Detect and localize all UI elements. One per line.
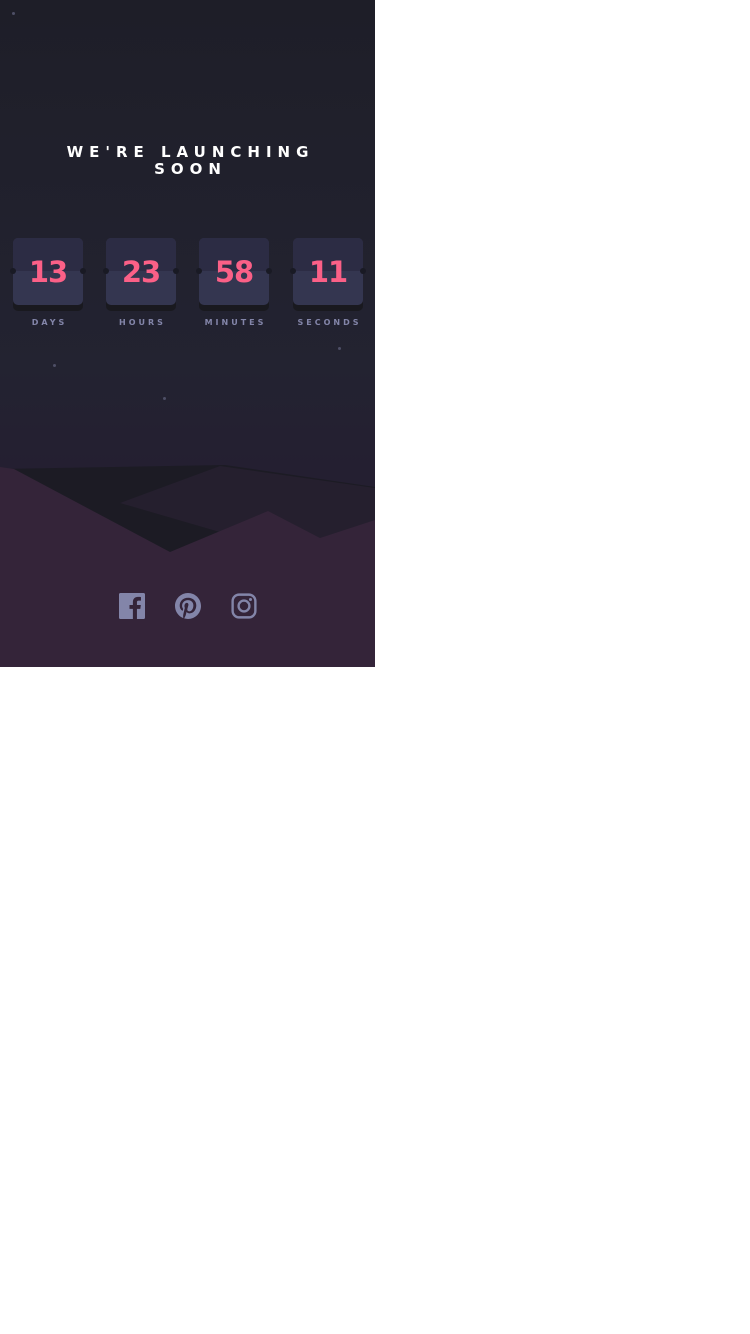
flip-card: 23	[103, 238, 179, 305]
countdown-days: 13 DAYS	[10, 238, 86, 327]
flip-card: 13	[10, 238, 86, 305]
minutes-label: MINUTES	[204, 318, 267, 327]
social-links	[0, 593, 375, 621]
days-label: DAYS	[31, 318, 68, 327]
minutes-value: 58	[214, 254, 254, 289]
days-value: 13	[28, 254, 68, 289]
countdown-minutes: 58 MINUTES	[196, 238, 272, 327]
flip-card: 11	[290, 238, 366, 305]
flip-card: 58	[196, 238, 272, 305]
facebook-icon[interactable]	[119, 593, 145, 619]
hours-value: 23	[121, 254, 161, 289]
instagram-icon[interactable]	[231, 593, 257, 619]
countdown-timer: 13 DAYS 23 HOURS 58 MINUTES 11 SECONDS	[0, 0, 375, 400]
seconds-label: SECONDS	[297, 318, 362, 327]
hours-label: HOURS	[119, 318, 166, 327]
hills-illustration	[0, 465, 375, 667]
seconds-value: 11	[308, 254, 348, 289]
coming-soon-page: We're launching soon 13 DAYS 23 HOURS 58	[0, 0, 375, 667]
countdown-hours: 23 HOURS	[103, 238, 179, 327]
countdown-seconds: 11 SECONDS	[290, 238, 366, 327]
pinterest-icon[interactable]	[175, 593, 201, 619]
